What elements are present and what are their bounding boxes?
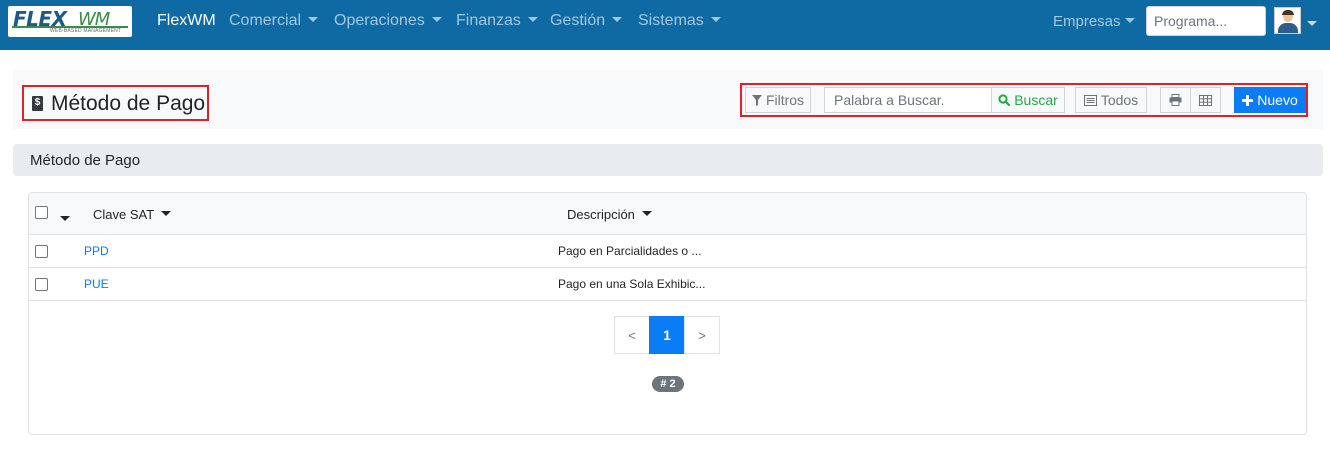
- program-search-input[interactable]: [1146, 6, 1266, 36]
- sort-icon: [161, 211, 172, 216]
- pagination: < 1 >: [614, 316, 720, 354]
- brand-link[interactable]: FlexWM: [157, 12, 216, 30]
- show-all-label: Todos: [1100, 92, 1139, 108]
- nav-menu-comercial[interactable]: Comercial: [229, 12, 319, 30]
- print-button[interactable]: [1160, 87, 1191, 113]
- new-button[interactable]: Nuevo: [1234, 87, 1306, 113]
- table-icon: [1199, 94, 1212, 106]
- table-header: Clave SAT Descripción: [29, 193, 1306, 235]
- list-icon: [1083, 94, 1097, 106]
- nav-menu-label: Finanzas: [456, 12, 521, 29]
- plus-icon: [1242, 94, 1254, 106]
- chevron-down-icon: [308, 17, 319, 22]
- nav-menu-label: Comercial: [229, 12, 302, 29]
- empresas-label: Empresas: [1053, 13, 1121, 30]
- filters-label: Filtros: [765, 92, 805, 108]
- chevron-down-icon: [1307, 21, 1317, 26]
- record-count-badge: # 2: [652, 376, 684, 392]
- row-descripcion: Pago en una Sola Exhibic...: [558, 277, 706, 291]
- row-clave-link[interactable]: PPD: [84, 244, 109, 258]
- filter-icon: [751, 94, 762, 106]
- chevron-down-icon: [710, 17, 721, 22]
- flexwm-logo[interactable]: FLEX WM WEB-BASED MANAGEMENT: [8, 6, 132, 37]
- filters-button[interactable]: Filtros: [745, 87, 811, 113]
- nav-menu-operaciones[interactable]: Operaciones: [334, 12, 442, 30]
- row-descripcion: Pago en Parcialidades o ...: [558, 244, 702, 258]
- search-button-label: Buscar: [1014, 92, 1058, 108]
- chevron-down-icon: [612, 17, 623, 22]
- user-menu-chevron-icon[interactable]: [1307, 16, 1317, 34]
- print-icon: [1169, 94, 1182, 106]
- page-title-box: $ Método de Pago: [22, 85, 209, 121]
- select-all-checkbox[interactable]: [35, 206, 48, 219]
- pagination-current-page[interactable]: 1: [649, 316, 685, 354]
- section-header: Método de Pago: [13, 144, 1323, 176]
- column-header-clave-sat[interactable]: Clave SAT: [93, 207, 172, 222]
- select-options-dropdown[interactable]: [60, 211, 70, 229]
- nav-menu-gestion[interactable]: Gestión: [550, 12, 623, 30]
- section-title: Método de Pago: [30, 152, 141, 169]
- chevron-down-icon: [60, 216, 70, 221]
- column-header-descripcion[interactable]: Descripción: [567, 207, 652, 222]
- row-checkbox[interactable]: [35, 245, 48, 258]
- search-icon: [998, 94, 1011, 106]
- nav-menu-sistemas[interactable]: Sistemas: [638, 12, 721, 30]
- column-header-label: Clave SAT: [93, 207, 155, 222]
- toolbar: Filtros Buscar Todos Nuevo: [740, 83, 1308, 117]
- search-button[interactable]: Buscar: [991, 87, 1065, 113]
- user-avatar[interactable]: [1274, 7, 1301, 34]
- empresas-menu[interactable]: Empresas: [1053, 13, 1135, 30]
- sort-icon: [641, 211, 652, 216]
- column-header-label: Descripción: [567, 207, 635, 222]
- results-card: Clave SAT Descripción PPD Pago en Parcia…: [28, 192, 1307, 435]
- pagination-prev-button[interactable]: <: [614, 316, 650, 354]
- row-clave-link[interactable]: PUE: [84, 277, 109, 291]
- pagination-next-button[interactable]: >: [684, 316, 720, 354]
- top-navbar: FLEX WM WEB-BASED MANAGEMENT FlexWM Come…: [0, 0, 1330, 50]
- nav-menu-finanzas[interactable]: Finanzas: [456, 12, 538, 30]
- nav-menu-label: Sistemas: [638, 12, 704, 29]
- row-checkbox[interactable]: [35, 278, 48, 291]
- chevron-down-icon: [527, 17, 538, 22]
- table-view-button[interactable]: [1190, 87, 1221, 113]
- logo-subtitle: WEB-BASED MANAGEMENT: [50, 28, 122, 34]
- dollar-glyph: $: [34, 97, 41, 108]
- chevron-down-icon: [431, 17, 442, 22]
- nav-menu-label: Operaciones: [334, 12, 425, 29]
- nav-menu-label: Gestión: [550, 12, 606, 29]
- file-dollar-icon: $: [32, 96, 43, 111]
- page-title: Método de Pago: [51, 92, 206, 115]
- table-row[interactable]: PPD Pago en Parcialidades o ...: [29, 235, 1306, 268]
- table-row[interactable]: PUE Pago en una Sola Exhibic...: [29, 268, 1306, 301]
- new-button-label: Nuevo: [1257, 92, 1298, 108]
- show-all-button[interactable]: Todos: [1075, 87, 1147, 113]
- search-input[interactable]: [824, 87, 992, 113]
- chevron-down-icon: [1124, 18, 1135, 23]
- avatar-body: [1278, 23, 1298, 33]
- avatar-hair: [1282, 10, 1294, 15]
